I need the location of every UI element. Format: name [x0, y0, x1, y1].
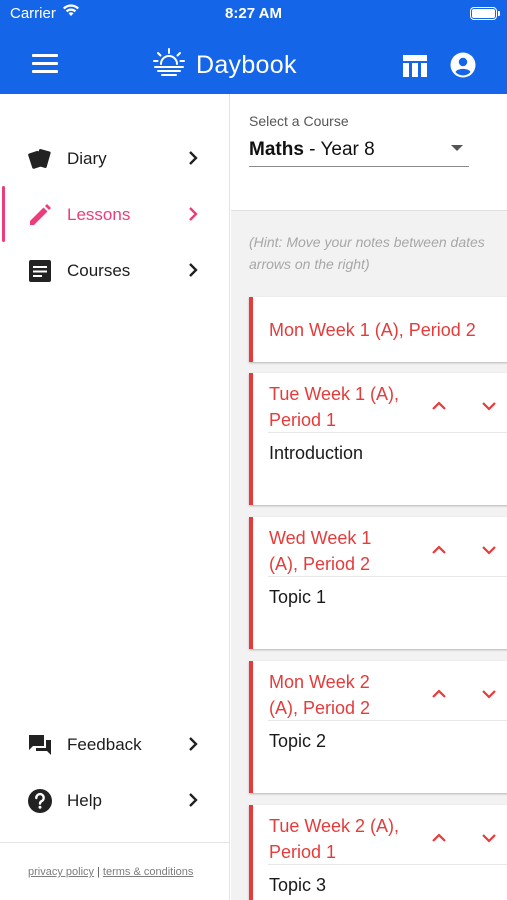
divider	[268, 720, 507, 721]
chevron-right-icon	[186, 150, 200, 171]
sun-logo-icon	[152, 47, 186, 84]
lesson-note[interactable]: Topic 3	[269, 875, 326, 896]
course-select-label: Select a Course	[249, 113, 349, 129]
course-select[interactable]: Maths - Year 8	[249, 135, 469, 167]
lesson-card[interactable]: Mon Week 2 (A), Period 2 Topic 2	[249, 661, 507, 793]
lesson-title: Tue Week 1 (A), Period 1	[269, 381, 399, 433]
move-down-icon[interactable]	[481, 831, 497, 849]
lesson-title-line: (A), Period 2	[269, 554, 371, 574]
lesson-note[interactable]: Topic 1	[269, 587, 326, 608]
separator: |	[97, 866, 100, 878]
lesson-title-line: Tue Week 1 (A),	[269, 384, 400, 404]
sidebar-item-label: Lessons	[67, 205, 131, 224]
account-circle-icon[interactable]	[450, 52, 476, 83]
move-down-icon[interactable]	[481, 543, 497, 561]
sidebar-item-label: Help	[67, 791, 102, 810]
chevron-right-icon	[186, 792, 200, 813]
lessons-list[interactable]: (Hint: Move your notes between dates arr…	[231, 211, 507, 900]
course-select-value: Maths - Year 8	[249, 139, 375, 161]
chat-icon	[27, 732, 53, 758]
pencil-icon	[27, 202, 53, 228]
lesson-title: Tue Week 2 (A), Period 1	[269, 813, 399, 865]
lesson-title: Mon Week 2 (A), Period 2	[269, 669, 370, 721]
lesson-card[interactable]: Tue Week 2 (A), Period 1 Topic 3	[249, 805, 507, 900]
sidebar-item-diary[interactable]: Diary	[0, 136, 229, 180]
document-icon	[27, 258, 53, 284]
lesson-title-line: Mon Week 1 (A), Period 2	[269, 320, 476, 340]
sidebar-item-label: Diary	[67, 149, 107, 168]
hint-line: (Hint: Move your notes between dates	[249, 234, 485, 250]
privacy-policy-link[interactable]: privacy policy	[28, 866, 94, 878]
lesson-title-line: (A), Period 2	[269, 698, 371, 718]
chevron-right-icon	[186, 206, 200, 227]
lesson-title-line: Period 1	[269, 410, 337, 430]
lesson-note[interactable]: Topic 2	[269, 731, 326, 752]
course-subject: Maths	[249, 139, 304, 160]
help-circle-icon	[27, 788, 53, 814]
lesson-title-line: Mon Week 2	[269, 672, 370, 692]
lesson-card[interactable]: Wed Week 1 (A), Period 2 Topic 1	[249, 517, 507, 649]
sidebar-item-lessons[interactable]: Lessons	[0, 186, 229, 242]
app-title: Daybook	[196, 50, 297, 79]
sidebar-item-help[interactable]: Help	[0, 778, 229, 822]
move-up-icon[interactable]	[431, 543, 447, 561]
chevron-right-icon	[186, 262, 200, 283]
divider	[268, 576, 507, 577]
move-up-icon[interactable]	[431, 831, 447, 849]
sidebar-item-label: Courses	[67, 261, 131, 280]
move-up-icon[interactable]	[431, 687, 447, 705]
lesson-note[interactable]: Introduction	[269, 443, 363, 464]
menu-icon[interactable]	[32, 54, 58, 76]
cards-icon	[27, 146, 53, 172]
lesson-card[interactable]: Tue Week 1 (A), Period 1 Introduction	[249, 373, 507, 505]
sidebar: Diary Lessons Courses Feedback Help priv…	[0, 94, 230, 900]
move-down-icon[interactable]	[481, 399, 497, 417]
dropdown-arrow-icon	[451, 145, 463, 151]
course-selector-area: Select a Course Maths - Year 8	[231, 94, 507, 211]
divider	[0, 842, 229, 843]
lesson-title-line: Wed Week 1	[269, 528, 372, 548]
lesson-title: Wed Week 1 (A), Period 2	[269, 525, 371, 577]
main-panel: Select a Course Maths - Year 8 (Hint: Mo…	[231, 94, 507, 900]
lesson-title: Mon Week 1 (A), Period 2	[269, 317, 476, 343]
lesson-title-line: Tue Week 2 (A),	[269, 816, 400, 836]
sidebar-item-feedback[interactable]: Feedback	[0, 722, 229, 766]
lesson-card[interactable]: Mon Week 1 (A), Period 2	[249, 297, 507, 362]
footer-links: privacy policy | terms & conditions	[28, 866, 193, 878]
clock: 8:27 AM	[225, 5, 282, 22]
divider	[268, 864, 507, 865]
hint-line: arrows on the right)	[249, 256, 370, 272]
move-down-icon[interactable]	[481, 687, 497, 705]
terms-link[interactable]: terms & conditions	[103, 866, 193, 878]
sidebar-item-courses[interactable]: Courses	[0, 248, 229, 292]
chevron-right-icon	[186, 736, 200, 757]
lesson-title-line: Period 1	[269, 842, 337, 862]
course-year: - Year 8	[303, 139, 375, 160]
move-up-icon[interactable]	[431, 399, 447, 417]
brand: Daybook	[152, 47, 297, 84]
battery-icon	[470, 7, 500, 20]
hint-text: (Hint: Move your notes between dates arr…	[249, 231, 507, 275]
sidebar-item-label: Feedback	[67, 735, 142, 754]
table-icon[interactable]	[402, 54, 428, 83]
divider	[268, 432, 507, 433]
status-bar: Carrier 8:27 AM	[0, 0, 507, 28]
app-header: Carrier 8:27 AM Daybook	[0, 0, 507, 94]
